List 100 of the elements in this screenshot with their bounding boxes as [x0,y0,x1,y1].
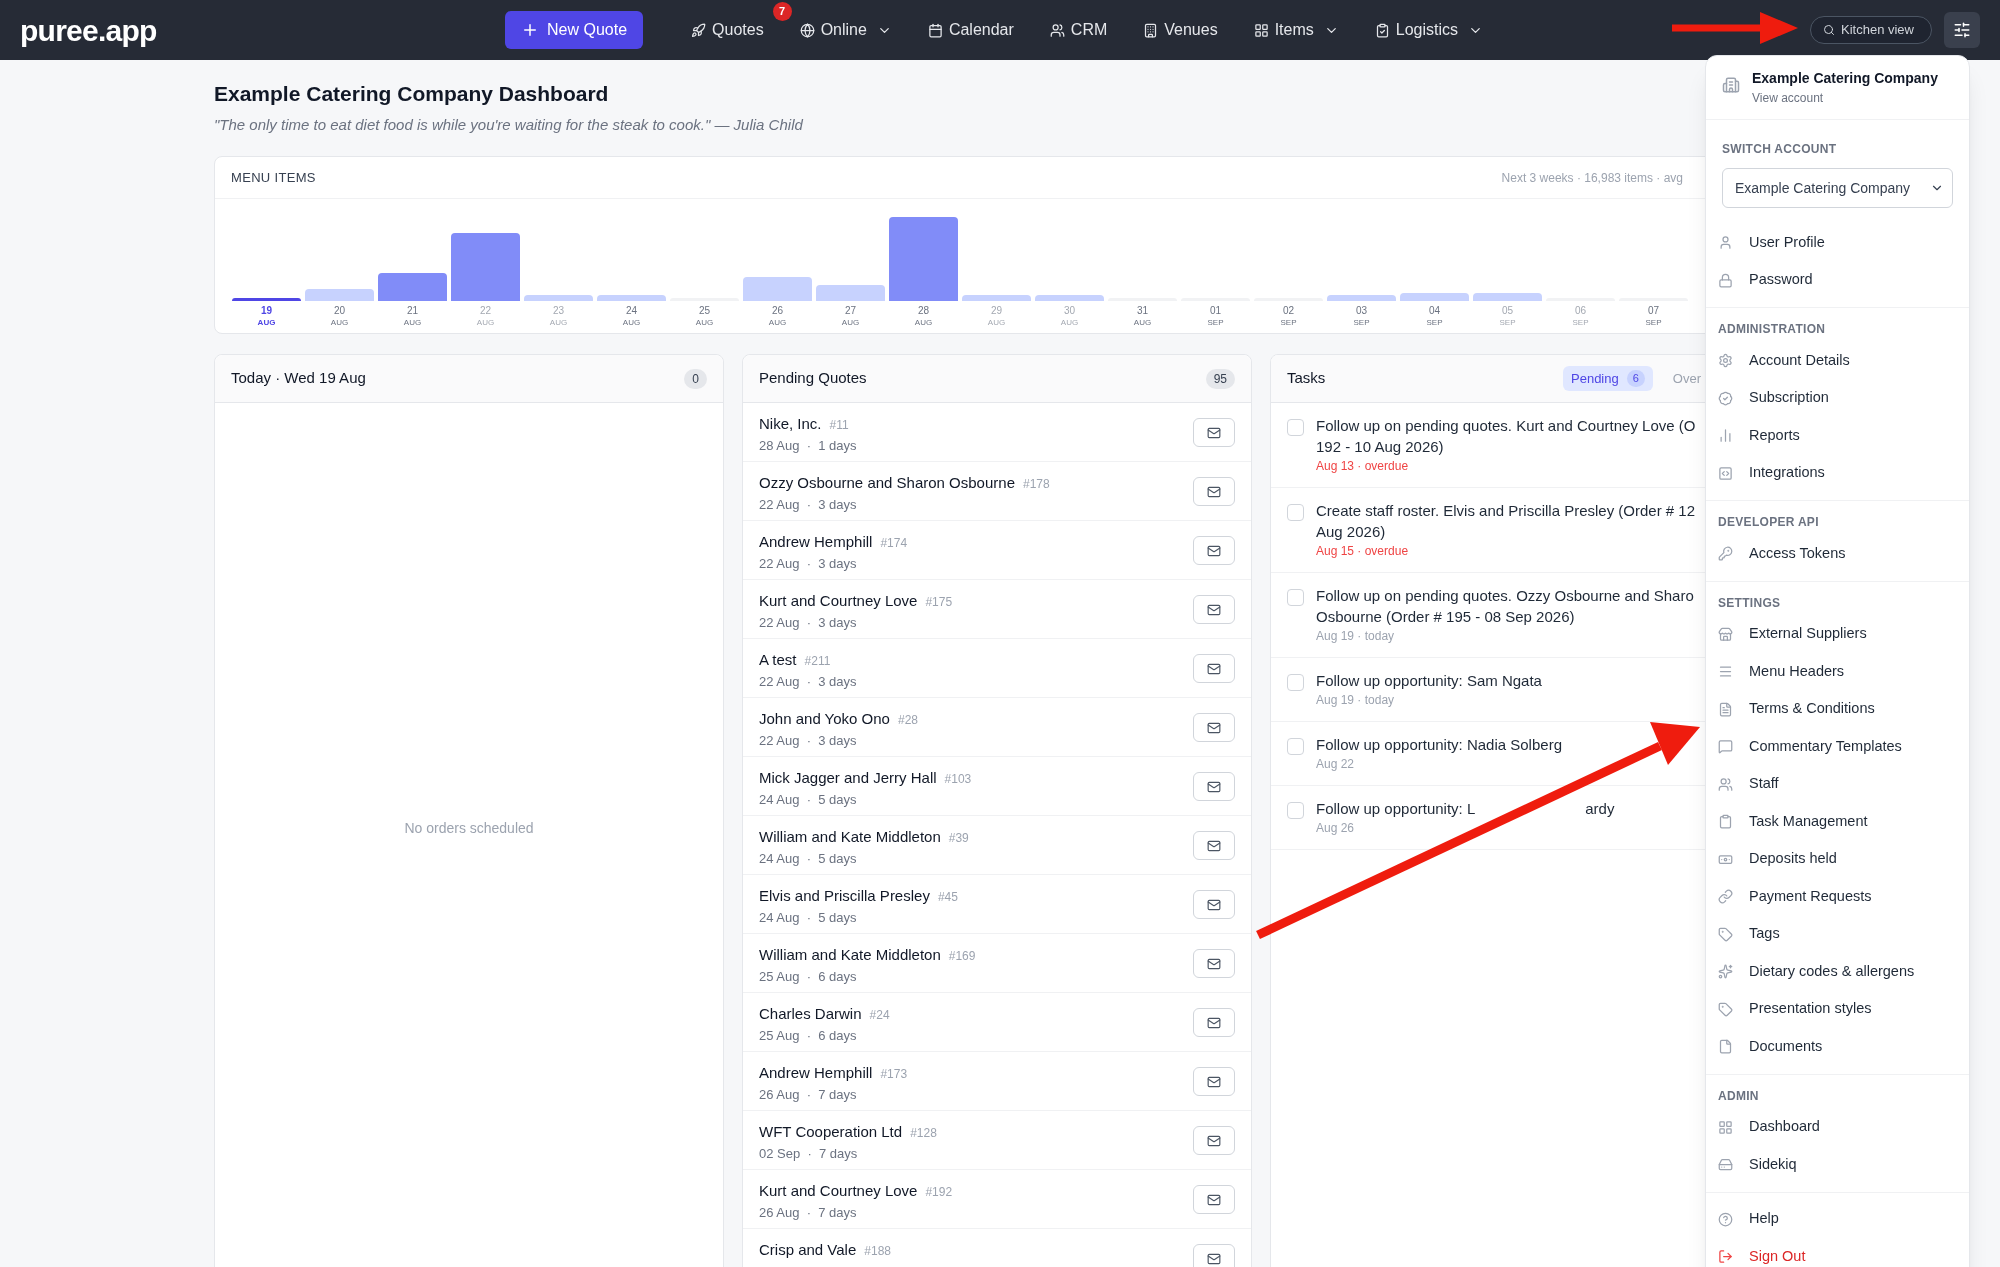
nav-item[interactable]: Online [799,18,892,42]
email-button[interactable] [1193,831,1235,860]
day-label[interactable]: 26 AUG [768,305,787,328]
menu-item[interactable]: Sign Out [1706,1238,1969,1267]
kitchen-view-button[interactable]: Kitchen view [1810,16,1932,44]
client-name[interactable]: Kurt and Courtney Love [759,1180,918,1203]
day-label[interactable]: 03 SEP [1353,305,1370,328]
menu-item[interactable]: Reports [1706,417,1969,455]
nav-item[interactable]: Venues [1143,18,1218,42]
menu-item[interactable]: External Suppliers [1706,615,1969,653]
email-button[interactable] [1193,713,1235,742]
client-name[interactable]: Crisp and Vale [759,1239,857,1262]
card-title: Tasks [1287,368,1326,389]
client-name[interactable]: John and Yoko Ono [759,708,890,731]
quote-number: #173 [880,1066,908,1083]
menu-item[interactable]: Presentation styles [1706,990,1969,1028]
day-label[interactable]: 31 AUG [1133,305,1152,328]
client-name[interactable]: William and Kate Middleton [759,944,941,967]
menu-item[interactable]: Help [1706,1200,1969,1238]
menu-item[interactable]: Integrations [1706,454,1969,492]
email-button[interactable] [1193,1126,1235,1155]
company-name[interactable]: Example Catering Company [1752,68,1938,89]
day-label[interactable]: 07 SEP [1645,305,1662,328]
email-button[interactable] [1193,890,1235,919]
quote-date: 25 Aug · 6 days [759,1026,858,1045]
menu-item[interactable]: Dashboard [1706,1108,1969,1146]
email-button[interactable] [1193,595,1235,624]
email-button[interactable] [1193,772,1235,801]
client-name[interactable]: WFT Cooperation Ltd [759,1121,903,1144]
nav-item[interactable]: Quotes [691,18,764,42]
client-name[interactable]: Ozzy Osbourne and Sharon Osbourne [759,472,1015,495]
menu-item[interactable]: Access Tokens [1706,535,1969,573]
nav-item[interactable]: CRM [1049,18,1108,42]
email-button[interactable] [1193,1244,1235,1267]
nav-item[interactable]: Logistics [1374,18,1484,42]
task-due-date: Aug 13 · overdue [1316,458,1410,475]
day-label[interactable]: 01 SEP [1207,305,1224,328]
menu-item[interactable]: Password [1706,261,1969,299]
task-checkbox[interactable] [1287,589,1304,606]
day-label[interactable]: 25 AUG [695,305,714,328]
mail-icon [1207,897,1221,912]
email-button[interactable] [1193,949,1235,978]
day-label[interactable]: 21 AUG [403,305,422,328]
menu-item[interactable]: Deposits held [1706,840,1969,878]
menu-item[interactable]: Tags [1706,915,1969,953]
notification-badge: 7 [772,2,792,21]
day-label[interactable]: 02 SEP [1280,305,1297,328]
account-select[interactable]: Example Catering Company [1722,168,1953,208]
email-button[interactable] [1193,1008,1235,1037]
menu-item[interactable]: Subscription [1706,379,1969,417]
client-name[interactable]: A test [759,649,797,672]
client-name[interactable]: Elvis and Priscilla Presley [759,885,930,908]
task-checkbox[interactable] [1287,802,1304,819]
menu-item[interactable]: Staff [1706,765,1969,803]
logo[interactable]: puree.app [20,7,505,53]
menu-item[interactable]: Sidekiq [1706,1146,1969,1184]
chart-bar [816,285,885,301]
task-checkbox[interactable] [1287,738,1304,755]
email-button[interactable] [1193,654,1235,683]
page-title: Example Catering Company Dashboard [214,81,609,107]
email-button[interactable] [1193,418,1235,447]
nav-item[interactable]: Calendar [927,18,1014,42]
view-account-link[interactable]: View account [1752,89,1938,107]
task-checkbox[interactable] [1287,419,1304,436]
filter-tab[interactable]: Pending 6 [1563,366,1653,391]
day-label[interactable]: 28 AUG [914,305,933,328]
day-label[interactable]: 19 AUG [257,305,276,328]
day-label[interactable]: 20 AUG [330,305,349,328]
plus-icon [521,21,539,39]
store-icon [1718,626,1733,642]
day-label[interactable]: 04 SEP [1426,305,1443,328]
menu-item[interactable]: Documents [1706,1028,1969,1066]
menu-item[interactable]: Task Management [1706,803,1969,841]
client-name[interactable]: William and Kate Middleton [759,826,941,849]
menu-item[interactable]: Terms & Conditions [1706,690,1969,728]
quote-number: #11 [829,417,849,434]
settings-button[interactable] [1944,12,1980,48]
new-quote-button[interactable]: New Quote [505,11,644,49]
menu-item[interactable]: User Profile [1706,224,1969,262]
nav-item[interactable]: Items [1253,18,1339,42]
client-name[interactable]: Andrew Hemphill [759,531,873,554]
task-checkbox[interactable] [1287,674,1304,691]
email-button[interactable] [1193,1067,1235,1096]
menu-item[interactable]: Payment Requests [1706,878,1969,916]
client-name[interactable]: Mick Jagger and Jerry Hall [759,767,937,790]
email-button[interactable] [1193,536,1235,565]
task-due-date: Aug 19 · today [1316,692,1396,709]
client-name[interactable]: Andrew Hemphill [759,1062,873,1085]
day-label[interactable]: 27 AUG [841,305,860,328]
client-name[interactable]: Charles Darwin [759,1003,862,1026]
menu-item[interactable]: Dietary codes & allergens [1706,953,1969,991]
menu-item[interactable]: Account Details [1706,342,1969,380]
menu-item[interactable]: Menu Headers [1706,653,1969,691]
client-name[interactable]: Nike, Inc. [759,413,822,436]
task-checkbox[interactable] [1287,504,1304,521]
menu-item[interactable]: Commentary Templates [1706,728,1969,766]
email-button[interactable] [1193,477,1235,506]
client-name[interactable]: Kurt and Courtney Love [759,590,918,613]
day-label[interactable]: 24 AUG [622,305,641,328]
email-button[interactable] [1193,1185,1235,1214]
